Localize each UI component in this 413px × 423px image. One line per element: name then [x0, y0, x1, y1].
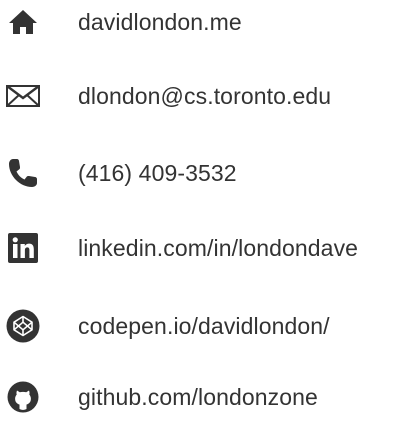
- linkedin-link[interactable]: linkedin.com/in/londondave: [0, 222, 413, 274]
- linkedin-icon: [6, 231, 40, 265]
- phone-link[interactable]: (416) 409-3532: [0, 147, 413, 199]
- github-link[interactable]: github.com/londonzone: [0, 371, 413, 423]
- phone-icon: [6, 156, 40, 190]
- contact-list: davidlondon.me dlondon@cs.toronto.edu (4…: [0, 0, 413, 413]
- codepen-label: codepen.io/davidlondon/: [78, 313, 330, 339]
- website-label: davidlondon.me: [78, 9, 242, 35]
- linkedin-label: linkedin.com/in/londondave: [78, 235, 359, 261]
- github-icon: [6, 380, 40, 414]
- website-link[interactable]: davidlondon.me: [0, 0, 413, 48]
- github-label: github.com/londonzone: [78, 384, 318, 410]
- envelope-icon: [6, 79, 40, 113]
- codepen-icon: [6, 309, 40, 343]
- phone-label: (416) 409-3532: [78, 160, 237, 186]
- email-link[interactable]: dlondon@cs.toronto.edu: [0, 70, 413, 122]
- email-label: dlondon@cs.toronto.edu: [78, 83, 332, 109]
- home-icon: [6, 5, 40, 39]
- codepen-link[interactable]: codepen.io/davidlondon/: [0, 300, 413, 352]
